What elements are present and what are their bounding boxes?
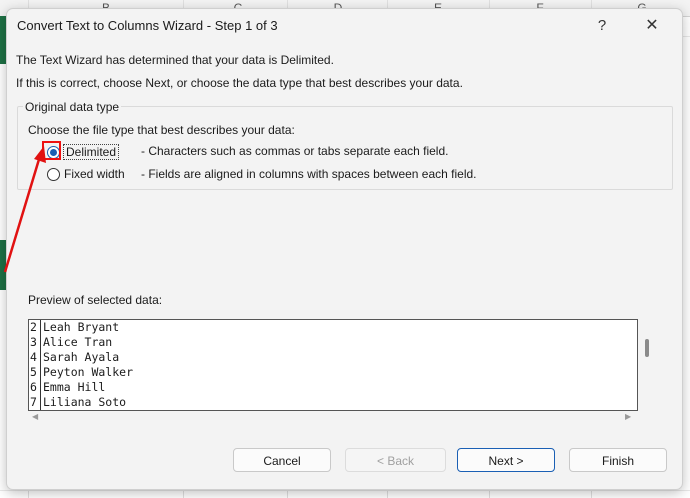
intro-text-line2: If this is correct, choose Next, or choo… xyxy=(16,76,463,90)
preview-row: 5 Peyton Walker xyxy=(29,365,637,380)
annotation-highlight-box xyxy=(42,141,61,160)
preview-row-number: 5 xyxy=(29,365,41,380)
preview-row: 6 Emma Hill xyxy=(29,380,637,395)
preview-row-number: 6 xyxy=(29,380,41,395)
text-to-columns-dialog: Convert Text to Columns Wizard - Step 1 … xyxy=(6,8,683,490)
preview-row-number: 2 xyxy=(29,320,41,335)
delimited-description: - Characters such as commas or tabs sepa… xyxy=(141,144,449,158)
data-preview-pane[interactable]: 2 Leah Bryant 3 Alice Tran 4 Sarah Ayala 5P… xyxy=(28,319,638,411)
intro-text-line1: The Text Wizard has determined that your… xyxy=(16,53,334,67)
fixed-width-description: - Fields are aligned in columns with spa… xyxy=(141,167,477,181)
preview-row-text: Peyton Walker xyxy=(43,365,134,379)
dialog-title: Convert Text to Columns Wizard - Step 1 … xyxy=(17,18,278,33)
scroll-left-arrow-icon[interactable]: ◀ xyxy=(32,412,38,421)
group-title: Original data type xyxy=(23,100,122,114)
preview-row-number: 7 xyxy=(29,395,41,410)
fixed-width-label[interactable]: Fixed width xyxy=(64,167,125,181)
vertical-scrollbar-thumb[interactable] xyxy=(645,339,649,357)
help-button[interactable]: ? xyxy=(587,12,617,40)
fixed-width-radio[interactable] xyxy=(47,168,60,181)
preview-row-text: Sarah Ayala xyxy=(43,350,120,364)
preview-row: 4 Sarah Ayala xyxy=(29,350,637,365)
choose-file-type-label: Choose the file type that best describes… xyxy=(28,123,295,137)
cancel-button[interactable]: Cancel xyxy=(233,448,331,472)
grid-line xyxy=(0,490,690,491)
preview-row-text: Liliana Soto xyxy=(43,395,127,409)
preview-row-number: 4 xyxy=(29,350,41,365)
preview-row-number: 3 xyxy=(29,335,41,350)
finish-button[interactable]: Finish xyxy=(569,448,667,472)
preview-row: 7 Liliana Soto xyxy=(29,395,637,410)
preview-row-text: Alice Tran xyxy=(43,335,113,349)
preview-label: Preview of selected data: xyxy=(28,293,163,307)
delimited-label[interactable]: Delimited xyxy=(63,144,120,160)
back-button[interactable]: < Back xyxy=(345,448,446,472)
scroll-right-arrow-icon[interactable]: ▶ xyxy=(625,412,631,421)
preview-row-text: Emma Hill xyxy=(43,380,106,394)
next-button[interactable]: Next > xyxy=(457,448,555,472)
preview-row: 2 Leah Bryant xyxy=(29,320,637,335)
preview-row: 3 Alice Tran xyxy=(29,335,637,350)
preview-row-text: Leah Bryant xyxy=(43,320,120,334)
close-button[interactable]: ✕ xyxy=(637,12,667,40)
